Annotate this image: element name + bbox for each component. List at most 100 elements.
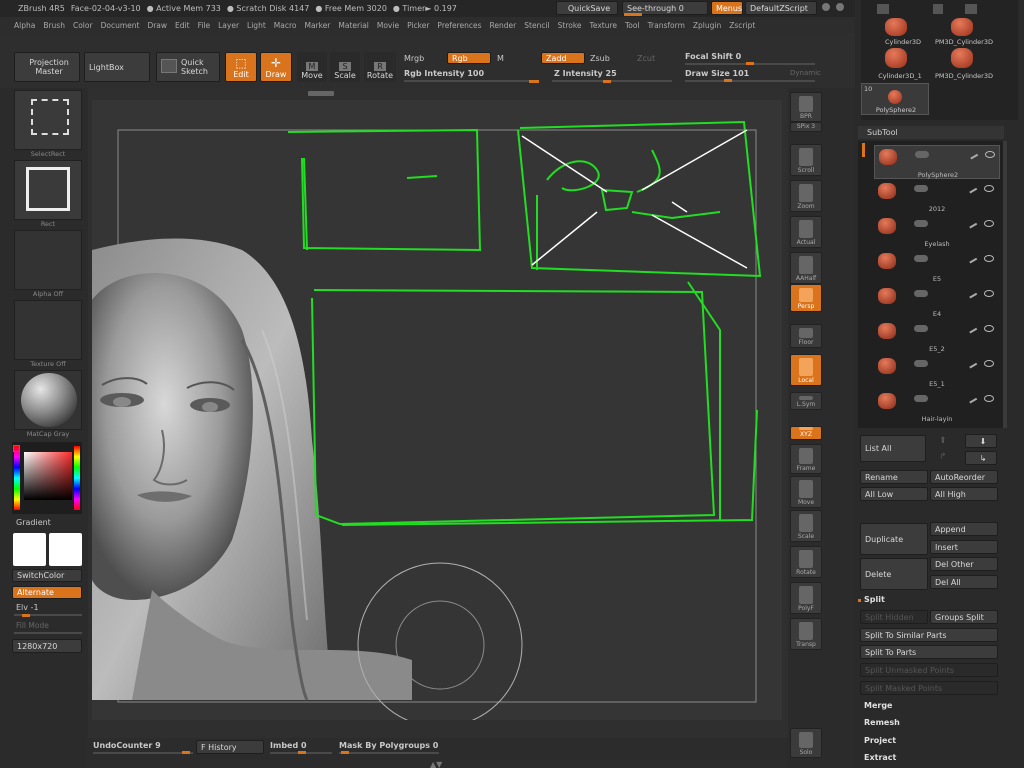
undo-counter[interactable]: UndoCounter 9	[93, 741, 161, 750]
visibility-eye-icon[interactable]	[985, 151, 995, 158]
visibility-eye-icon[interactable]	[984, 325, 994, 332]
insert-button[interactable]: Insert	[930, 540, 998, 554]
del-all-button[interactable]: Del All	[930, 575, 998, 589]
select-rect-brush[interactable]	[14, 90, 82, 150]
view-frame-button[interactable]: Frame	[790, 444, 822, 474]
menus-button[interactable]: Menus	[711, 1, 743, 15]
rename-button[interactable]: Rename	[860, 470, 928, 484]
list-all-button[interactable]: List All	[860, 435, 926, 462]
append-button[interactable]: Append	[930, 522, 998, 536]
view-solo-button[interactable]: Solo	[790, 728, 822, 758]
polypaint-toggle-icon[interactable]	[914, 395, 928, 402]
default-zscript-button[interactable]: DefaultZScript	[745, 1, 817, 15]
merge-section[interactable]: Merge	[864, 701, 892, 710]
zsub-button[interactable]: Zsub	[590, 54, 610, 63]
lock-icon[interactable]	[933, 4, 943, 14]
switchcolor-button[interactable]: SwitchColor	[12, 569, 82, 582]
imbed-slider[interactable]: Imbed 0	[270, 741, 307, 750]
menu-edit[interactable]: Edit	[175, 21, 190, 30]
dynamic-button[interactable]: Dynamic	[790, 69, 821, 77]
subtool-item[interactable]: 2012	[874, 180, 1000, 214]
view-scroll-button[interactable]: Scroll	[790, 144, 822, 176]
m-button[interactable]: M	[497, 54, 504, 63]
visibility-eye-icon[interactable]	[984, 395, 994, 402]
brush-icon[interactable]	[966, 218, 978, 229]
menu-draw[interactable]: Draw	[147, 21, 167, 30]
view-local-button[interactable]: Local	[790, 354, 822, 386]
view-spix-3-button[interactable]: SPix 3	[790, 122, 822, 132]
brush-icon[interactable]	[967, 149, 979, 160]
split-masked-button[interactable]: Split Masked Points	[860, 681, 998, 695]
view-persp-button[interactable]: Persp	[790, 284, 822, 312]
brush-icon[interactable]	[966, 323, 978, 334]
cylinder3d-1-thumb[interactable]	[885, 48, 907, 68]
folder-icon[interactable]	[965, 4, 977, 14]
view-rotate-button[interactable]: Rotate	[790, 546, 822, 578]
help-icon[interactable]	[822, 3, 830, 11]
draw-size-slider[interactable]: Draw Size 101	[685, 69, 749, 78]
cylinder3d-thumb[interactable]	[885, 18, 907, 36]
subtool-item[interactable]: E5	[874, 250, 1000, 284]
visibility-eye-icon[interactable]	[984, 290, 994, 297]
polypaint-toggle-icon[interactable]	[914, 185, 928, 192]
hue-strip[interactable]	[14, 446, 20, 510]
subtool-item[interactable]: Hair-layin	[874, 390, 1000, 424]
save-icon[interactable]	[877, 4, 889, 14]
menu-picker[interactable]: Picker	[407, 21, 429, 30]
document-canvas[interactable]	[92, 100, 782, 720]
menu-tool[interactable]: Tool	[625, 21, 640, 30]
split-to-similar-button[interactable]: Split To Similar Parts	[860, 628, 998, 642]
f-history-button[interactable]: F History	[196, 740, 264, 754]
rgb-button[interactable]: Rgb	[447, 52, 491, 64]
menu-texture[interactable]: Texture	[590, 21, 617, 30]
menu-zscript[interactable]: Zscript	[729, 21, 755, 30]
projection-master-button[interactable]: Projection Master	[14, 52, 80, 82]
menu-transform[interactable]: Transform	[648, 21, 685, 30]
scroll-handle[interactable]	[308, 91, 334, 96]
color-picker-square[interactable]	[24, 452, 72, 500]
subtool-item[interactable]: Eyelash	[874, 215, 1000, 249]
hue-strip-right[interactable]	[74, 446, 80, 510]
focal-shift-slider[interactable]: Focal Shift 0	[685, 52, 741, 61]
extract-section[interactable]: Extract	[864, 753, 896, 762]
view-l-sym-button[interactable]: L.Sym	[790, 392, 822, 410]
remesh-section[interactable]: Remesh	[864, 718, 900, 727]
view-polyf-button[interactable]: PolyF	[790, 582, 822, 614]
menu-layer[interactable]: Layer	[218, 21, 239, 30]
view-xyz-button[interactable]: XYZ	[790, 426, 822, 440]
rect-stroke[interactable]	[14, 160, 82, 220]
menu-alpha[interactable]: Alpha	[14, 21, 35, 30]
pm3d-cylinder3d-1-thumb[interactable]	[951, 48, 973, 68]
move-bottom-button[interactable]: ↳	[965, 451, 997, 465]
move-down-button[interactable]: ⬇	[965, 434, 997, 448]
view-move-button[interactable]: Move	[790, 476, 822, 508]
view-floor-button[interactable]: Floor	[790, 324, 822, 348]
visibility-eye-icon[interactable]	[984, 255, 994, 262]
elv-slider[interactable]: Elv -1	[16, 603, 39, 612]
polysphere2-thumb[interactable]: 10 PolySphere2	[861, 83, 929, 115]
menu-zplugin[interactable]: Zplugin	[693, 21, 721, 30]
menu-stroke[interactable]: Stroke	[558, 21, 582, 30]
brush-icon[interactable]	[966, 393, 978, 404]
split-unmasked-button[interactable]: Split Unmasked Points	[860, 663, 998, 677]
view-transp-button[interactable]: Transp	[790, 618, 822, 650]
alternate-button[interactable]: Alternate	[12, 586, 82, 599]
view-aahalf-button[interactable]: AAHalf	[790, 252, 822, 284]
menu-render[interactable]: Render	[490, 21, 517, 30]
expand-arrows-icon[interactable]: ▲▼	[430, 760, 442, 768]
all-low-button[interactable]: All Low	[860, 487, 928, 501]
draw-button[interactable]: ✛ Draw	[260, 52, 292, 82]
menu-file[interactable]: File	[198, 21, 211, 30]
curve-up-icon[interactable]: ↱	[939, 452, 947, 462]
auto-reorder-button[interactable]: AutoReorder	[930, 470, 998, 484]
polypaint-toggle-icon[interactable]	[914, 325, 928, 332]
menu-light[interactable]: Light	[247, 21, 266, 30]
view-actual-button[interactable]: Actual	[790, 216, 822, 248]
zcut-button[interactable]: Zcut	[637, 54, 655, 63]
subtool-item[interactable]: PolySphere2	[874, 145, 1000, 179]
brush-icon[interactable]	[966, 253, 978, 264]
mask-by-polygroups-slider[interactable]: Mask By Polygroups 0	[339, 741, 438, 750]
subtool-header[interactable]: SubTool	[858, 126, 1004, 139]
zadd-button[interactable]: Zadd	[541, 52, 585, 64]
menu-material[interactable]: Material	[338, 21, 368, 30]
